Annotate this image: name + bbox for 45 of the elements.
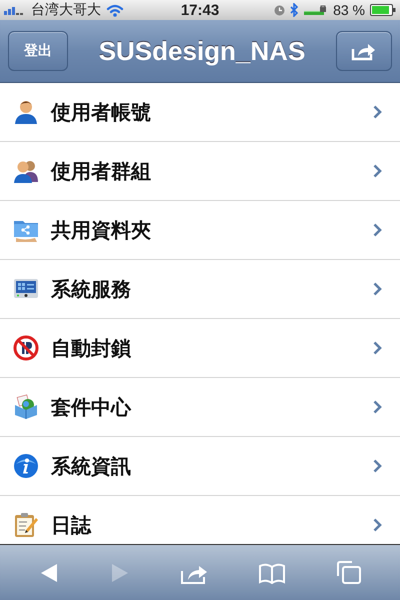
chevron-icon <box>373 105 382 119</box>
chevron-icon <box>373 164 382 178</box>
tabs-icon[interactable] <box>336 561 361 584</box>
menu-label: 套件中心 <box>51 396 132 420</box>
battery-percentage: 83 % <box>333 2 365 18</box>
person-icon <box>13 99 39 125</box>
clock-time: 17:43 <box>180 2 220 18</box>
menu-item[interactable]: 系統服務 <box>0 260 400 319</box>
chevron-icon <box>373 223 382 237</box>
menu-item[interactable]: 使用者帳號 <box>0 83 400 142</box>
chevron-icon <box>373 341 382 355</box>
menu-label: 使用者群組 <box>51 160 152 184</box>
menu-item[interactable]: 使用者群組 <box>0 142 400 201</box>
people-icon <box>13 158 39 184</box>
menu-label: 系統服務 <box>51 278 132 302</box>
info-icon <box>13 453 39 479</box>
alarm-icon <box>274 4 286 16</box>
logout-button[interactable]: 登出 <box>8 31 68 71</box>
prohibited-icon <box>13 335 39 361</box>
menu-item[interactable]: 共用資料夾 <box>0 201 400 260</box>
chevron-icon <box>373 459 382 473</box>
share-button[interactable] <box>336 31 392 71</box>
back-icon[interactable] <box>39 562 60 584</box>
menu-label: 系統資訊 <box>51 454 132 480</box>
menu-item[interactable]: 套件中心 <box>0 378 400 437</box>
menu-label: 自動封鎖 <box>51 336 132 362</box>
menu-label: 使用者帳號 <box>51 100 152 126</box>
box-icon <box>13 394 39 420</box>
book-icon[interactable] <box>258 562 286 584</box>
menu-item[interactable]: 系統資訊 <box>0 437 400 496</box>
clipboard-icon <box>13 512 39 538</box>
menu-label: 日誌 <box>51 514 92 538</box>
menu-item[interactable]: 自動封鎖 <box>0 319 400 378</box>
chevron-icon <box>373 400 382 414</box>
lock-icon <box>304 5 328 15</box>
battery-icon <box>370 4 396 16</box>
chevron-icon <box>373 518 382 532</box>
wifi-icon <box>106 4 124 16</box>
page-title: SUSdesign_NAS <box>98 36 306 66</box>
signal-icon <box>4 5 26 15</box>
carrier-name: 台湾大哥大 <box>31 1 101 19</box>
menu-label: 共用資料夾 <box>51 218 152 244</box>
share-icon <box>350 41 377 61</box>
chevron-icon <box>373 282 382 296</box>
bluetooth-icon <box>290 3 300 17</box>
